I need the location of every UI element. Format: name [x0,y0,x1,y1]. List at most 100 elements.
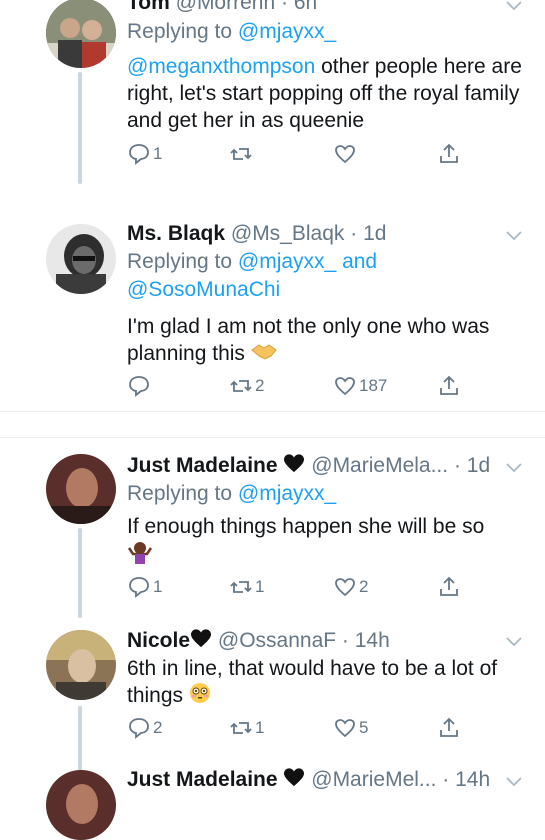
tweet-tom[interactable]: Tom @Morrenh · 6h Replying to @mjayxx_ @… [0,0,545,200]
retweet-icon [230,380,252,392]
display-name[interactable]: Just Madelaine [127,454,278,477]
display-name[interactable]: Tom [127,0,170,14]
share-button[interactable] [437,715,461,741]
share-button[interactable] [437,141,461,167]
avatar[interactable] [46,0,116,68]
tweet-ms-blaqk[interactable]: Ms. Blaqk @Ms_Blaqk · 1d Replying to @mj… [0,210,545,410]
chevron-down-icon[interactable] [505,772,523,790]
handle[interactable]: @MarieMel... [311,768,436,791]
flushed-emoji [189,682,211,711]
tweet-text: @meganxthompson other people here are ri… [127,55,522,132]
like-button[interactable]: 2 [333,574,368,600]
like-count: 187 [359,376,388,395]
thread-line [78,72,82,184]
black-heart-icon [190,628,212,655]
tweet-header: Just Madelaine @MarieMela... · 1d [127,453,505,480]
tweet-header: Ms. Blaqk @Ms_Blaqk · 1d [127,222,387,245]
retweet-button[interactable] [229,141,253,167]
tweet-just-madelaine-2[interactable]: Just Madelaine @MarieMel... · 14h [0,760,545,840]
retweet-count: 1 [255,577,265,596]
reply-count: 2 [153,718,163,737]
tweet-nicole[interactable]: Nicole @OssannaF · 14h 6th in line, that… [0,620,545,796]
chevron-down-icon[interactable] [505,632,523,650]
retweet-count: 2 [255,376,265,395]
share-icon [440,717,458,737]
reply-icon [129,144,149,165]
display-name[interactable]: Ms. Blaqk [127,222,225,245]
like-button[interactable]: 187 [333,373,387,399]
share-button[interactable] [437,574,461,600]
timestamp[interactable]: 6h [294,0,317,14]
tweet-header: Tom @Morrenh · 6h [127,0,505,16]
like-count: 5 [359,718,369,737]
display-name[interactable]: Nicole [127,629,190,652]
retweet-count: 1 [255,718,265,737]
replying-to-link[interactable]: @mjayxx_ [238,482,336,505]
chevron-down-icon[interactable] [505,458,523,476]
share-button[interactable] [437,373,461,399]
avatar[interactable] [46,770,116,840]
avatar[interactable] [46,224,116,294]
tweet-actions: 1 [127,141,467,167]
retweet-button[interactable]: 2 [229,373,264,399]
like-icon [335,719,355,738]
tweet-just-madelaine[interactable]: Just Madelaine @MarieMela... · 1d Replyi… [0,438,545,618]
replying-to-link-2[interactable]: @SosoMunaChi [127,278,280,301]
replying-to-link[interactable]: @mjayxx_ [238,20,336,43]
avatar[interactable] [46,454,116,524]
retweet-button[interactable]: 1 [229,715,264,741]
tweet-actions: 2 187 [127,373,467,399]
like-icon [335,578,355,597]
reply-button[interactable]: 1 [127,574,162,600]
handle[interactable]: @Ms_Blaqk [231,222,345,245]
divider [0,411,545,412]
reply-icon [129,577,149,598]
display-name[interactable]: Just Madelaine [127,768,278,791]
tweet-text: If enough things happen she will be so [127,513,507,571]
reply-count: 1 [153,144,163,163]
timestamp[interactable]: 14h [355,629,390,652]
tweet-header: Just Madelaine @MarieMel... · 14h [127,767,505,794]
replying-to-line2: @SosoMunaChi [127,277,280,303]
like-icon [335,377,355,396]
replying-to: Replying to @mjayxx_ [127,20,337,43]
black-heart-icon [283,453,305,480]
handshake-emoji [250,341,277,368]
retweet-icon [230,722,252,734]
tweet-text: 6th in line, that would have to be a lot… [127,655,522,711]
share-icon [440,375,458,395]
reply-button[interactable]: 1 [127,141,162,167]
reply-button[interactable] [127,373,151,399]
shrug-emoji [127,540,153,571]
mention-link[interactable]: @meganxthompson [127,55,315,78]
share-icon [440,143,458,163]
tweet-actions: 1 1 2 [127,574,467,600]
reply-count: 1 [153,577,163,596]
retweet-icon [230,148,252,160]
avatar[interactable] [46,630,116,700]
reply-button[interactable]: 2 [127,715,162,741]
chevron-down-icon[interactable] [505,0,523,14]
replying-to: Replying to @mjayxx_ [127,482,337,505]
timestamp[interactable]: 1d [467,454,490,477]
retweet-button[interactable]: 1 [229,574,264,600]
like-icon [335,145,355,164]
thread-line [78,528,82,618]
tweet-text: I'm glad I am not the only one who was p… [127,313,507,368]
timestamp[interactable]: 14h [455,768,490,791]
like-button[interactable] [333,141,357,167]
tweet-header: Nicole @OssannaF · 14h [127,628,505,655]
handle[interactable]: @MarieMela... [311,454,448,477]
share-icon [440,576,458,596]
reply-icon [129,718,149,739]
black-heart-icon [283,767,305,794]
handle[interactable]: @OssannaF [218,629,336,652]
retweet-icon [230,581,252,593]
replying-to-link[interactable]: @mjayxx_ and [238,250,377,273]
replying-to: Replying to @mjayxx_ and [127,250,378,273]
chevron-down-icon[interactable] [505,226,523,244]
handle[interactable]: @Morrenh [176,0,276,14]
like-button[interactable]: 5 [333,715,368,741]
tweet-actions: 2 1 5 [127,715,467,741]
timestamp[interactable]: 1d [363,222,386,245]
